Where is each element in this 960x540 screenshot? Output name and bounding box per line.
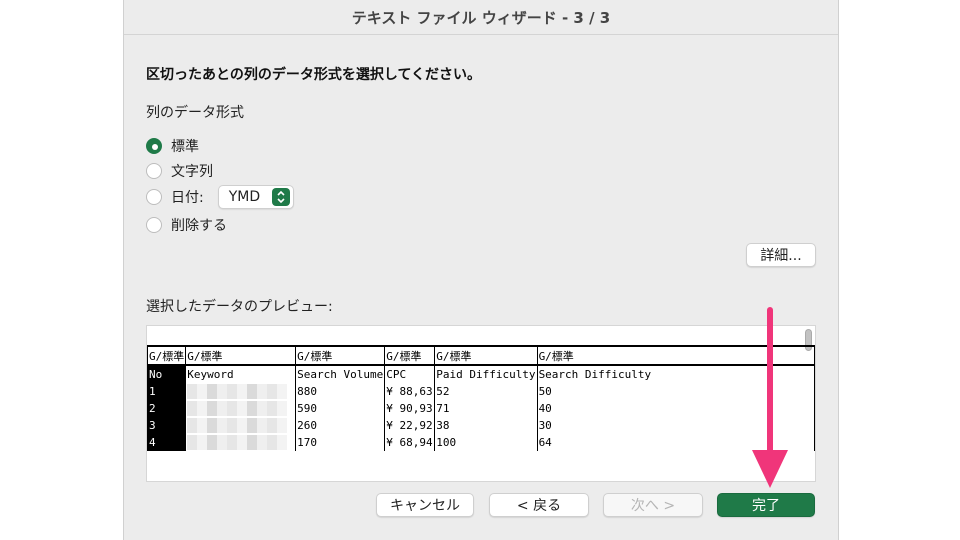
data-preview-pane[interactable]: G/標準 G/標準 G/標準 G/標準 G/標準 G/標準 No Keyword… [146,325,816,482]
keyword-cell-blurred [185,383,297,400]
window-title: テキスト ファイル ウィザード - 3 / 3 [124,0,838,35]
blurred-keyword [187,418,288,433]
table-cell: 30 [536,417,815,434]
table-cell: ¥ 68,94 [384,434,436,451]
radio-unselected-icon[interactable] [146,189,162,205]
table-cell: ¥ 90,93 [384,400,436,417]
table-cell: ¥ 22,92 [384,417,436,434]
date-format-value: YMD [228,189,261,205]
table-cell: 50 [536,383,815,400]
row-number-cell: 2 [147,400,187,417]
radio-option-skip[interactable]: 削除する [146,214,227,236]
preview-table: G/標準 G/標準 G/標準 G/標準 G/標準 G/標準 No Keyword… [147,345,815,451]
header-cell: Search Volume [295,365,386,383]
radio-label: 文字列 [171,164,213,180]
row-number-cell: 1 [147,383,187,400]
format-cell[interactable]: G/標準 [295,345,386,366]
date-format-select[interactable]: YMD [217,185,294,209]
text-import-wizard-dialog: テキスト ファイル ウィザード - 3 / 3 区切ったあとの列のデータ形式を選… [123,0,839,540]
keyword-cell-blurred [185,434,297,451]
header-cell: Keyword [185,365,297,383]
table-cell: ¥ 88,63 [384,383,436,400]
table-cell: 880 [295,383,386,400]
table-cell: 590 [295,400,386,417]
table-cell: 38 [434,417,538,434]
radio-option-general[interactable]: 標準 [146,135,199,157]
back-button[interactable]: < 戻る [489,493,589,517]
radio-unselected-icon[interactable] [146,163,162,179]
format-section-label: 列のデータ形式 [146,105,244,121]
blurred-keyword [187,435,288,450]
table-cell: 170 [295,434,386,451]
keyword-cell-blurred [185,400,297,417]
format-cell[interactable]: G/標準 [147,345,187,366]
format-cell[interactable]: G/標準 [536,345,815,366]
format-row: G/標準 G/標準 G/標準 G/標準 G/標準 G/標準 [147,345,815,366]
radio-option-date[interactable]: 日付: YMD [146,185,294,209]
radio-option-text[interactable]: 文字列 [146,160,213,182]
preview-label: 選択したデータのプレビュー: [146,299,333,315]
row-number-cell: 4 [147,434,187,451]
blurred-keyword [187,384,288,399]
header-row: No Keyword Search Volume CPC Paid Diffic… [147,365,815,383]
row-number-cell: 3 [147,417,187,434]
updown-chevron-icon [271,188,290,206]
keyword-cell-blurred [185,417,297,434]
table-row: 2 590 ¥ 90,93 71 40 [147,400,815,417]
table-row: 1 880 ¥ 88,63 52 50 [147,383,815,400]
radio-selected-icon[interactable] [146,138,162,154]
finish-button[interactable]: 完了 [717,493,815,517]
table-row: 3 260 ¥ 22,92 38 30 [147,417,815,434]
next-button[interactable]: 次へ > [603,493,703,517]
table-cell: 100 [434,434,538,451]
cancel-button[interactable]: キャンセル [376,493,474,517]
table-row: 4 170 ¥ 68,94 100 64 [147,434,815,451]
table-cell: 64 [536,434,815,451]
table-cell: 40 [536,400,815,417]
radio-label: 削除する [171,218,227,234]
radio-label: 標準 [171,139,199,155]
table-cell: 71 [434,400,538,417]
radio-label: 日付: [171,190,204,206]
format-cell[interactable]: G/標準 [384,345,436,366]
header-cell: No [147,365,187,383]
table-cell: 260 [295,417,386,434]
table-cell: 52 [434,383,538,400]
advanced-button[interactable]: 詳細... [746,243,816,267]
instruction-heading: 区切ったあとの列のデータ形式を選択してください。 [146,67,482,83]
radio-unselected-icon[interactable] [146,217,162,233]
header-cell: CPC [384,365,436,383]
format-cell[interactable]: G/標準 [434,345,538,366]
header-cell: Search Difficulty [536,365,815,383]
blurred-keyword [187,401,288,416]
header-cell: Paid Difficulty [434,365,538,383]
format-cell[interactable]: G/標準 [185,345,297,366]
